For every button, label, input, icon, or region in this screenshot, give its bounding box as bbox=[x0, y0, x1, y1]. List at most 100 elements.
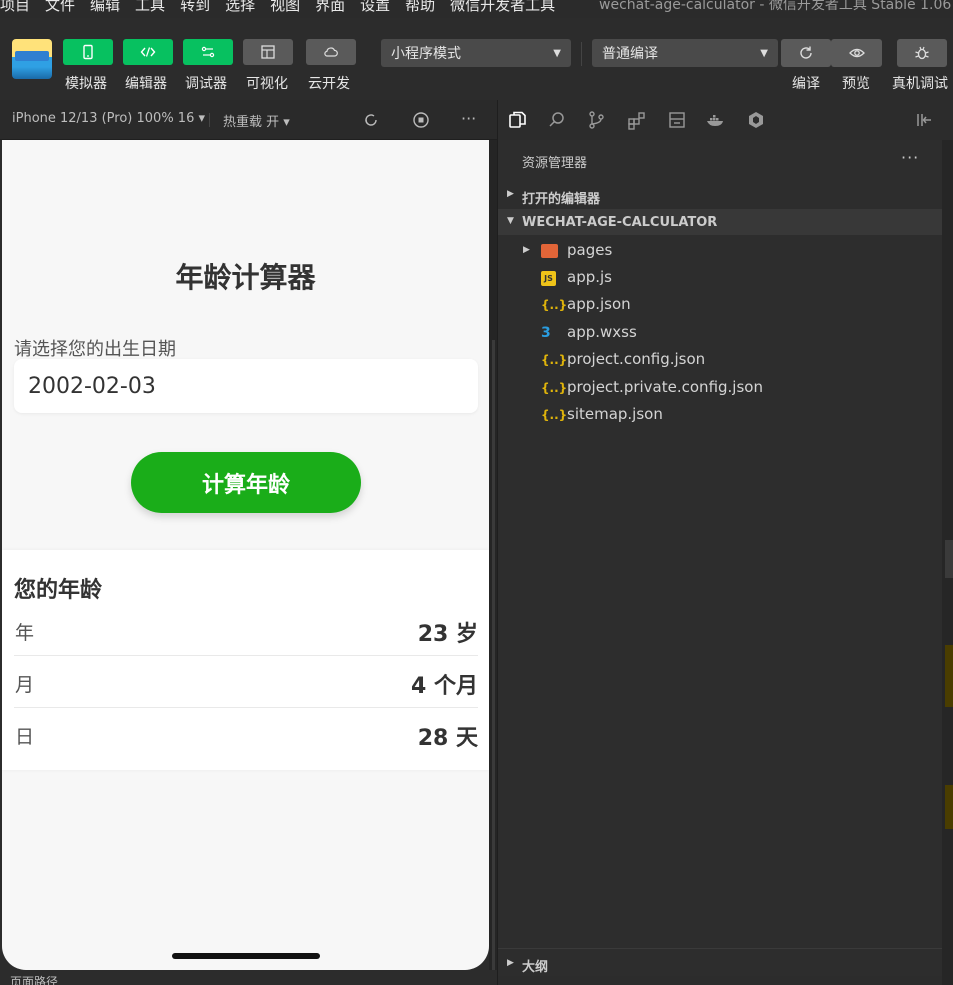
chevron-down-icon: ▼ bbox=[507, 216, 514, 226]
project-avatar[interactable] bbox=[12, 39, 52, 79]
cloud-dev-button[interactable] bbox=[306, 39, 356, 65]
explorer-title: 资源管理器 bbox=[522, 156, 588, 171]
page-title: 年龄计算器 bbox=[175, 261, 316, 294]
file-name: app.wxss bbox=[567, 323, 637, 341]
minimap-block bbox=[945, 540, 953, 578]
rotate-icon[interactable] bbox=[362, 111, 380, 129]
result-row-years: 年 23 岁 bbox=[14, 605, 478, 656]
visual-toggle-button[interactable] bbox=[243, 39, 293, 65]
result-value: 28 天 bbox=[417, 726, 478, 751]
remote-debug-label: 真机调试 bbox=[892, 76, 948, 92]
menu-settings[interactable]: 设置 bbox=[360, 0, 390, 15]
editor-toggle-button[interactable] bbox=[123, 39, 173, 65]
file-name: sitemap.json bbox=[567, 405, 663, 423]
simulator-header-divider bbox=[209, 113, 210, 127]
menu-view[interactable]: 视图 bbox=[270, 0, 300, 15]
mode-select-value: 小程序模式 bbox=[391, 46, 461, 62]
compile-select[interactable]: 普通编译 ▼ bbox=[592, 39, 778, 67]
outline-label: 大纲 bbox=[522, 960, 549, 975]
tree-item-app-json[interactable]: {..} app.json bbox=[498, 291, 942, 318]
avatar-badge bbox=[15, 51, 49, 61]
search-icon[interactable] bbox=[547, 110, 567, 130]
page-path-label[interactable]: 页面路径 bbox=[10, 973, 58, 985]
result-value: 23 岁 bbox=[417, 622, 478, 647]
menu-wechat-devtools[interactable]: 微信开发者工具 bbox=[450, 0, 555, 15]
extensions-icon[interactable] bbox=[627, 110, 647, 130]
minimap-highlight bbox=[945, 645, 953, 707]
menu-select[interactable]: 选择 bbox=[225, 0, 255, 15]
mode-select[interactable]: 小程序模式 ▼ bbox=[381, 39, 571, 67]
result-row-days: 日 28 天 bbox=[14, 709, 478, 760]
remote-debug-button[interactable] bbox=[897, 39, 947, 67]
menu-items: 项目 文件 编辑 工具 转到 选择 视图 界面 设置 帮助 微信开发者工具 bbox=[0, 0, 570, 15]
result-row-months: 月 4 个月 bbox=[14, 657, 478, 708]
simulator-label: 模拟器 bbox=[65, 76, 107, 92]
stop-icon[interactable] bbox=[412, 111, 430, 129]
open-editors-section[interactable]: ▶ 打开的编辑器 bbox=[498, 182, 942, 208]
compile-label: 编译 bbox=[792, 76, 820, 92]
eye-icon bbox=[848, 48, 865, 58]
plugin-icon[interactable] bbox=[746, 110, 766, 130]
preview-button[interactable] bbox=[831, 39, 882, 67]
project-section[interactable]: ▼ WECHAT-AGE-CALCULATOR bbox=[498, 209, 942, 235]
tree-item-project-private-config[interactable]: {..} project.private.config.json bbox=[498, 374, 942, 401]
calculate-age-button[interactable]: 计算年龄 bbox=[131, 452, 361, 513]
result-key: 年 bbox=[15, 622, 35, 644]
storage-icon[interactable] bbox=[667, 110, 687, 130]
menu-project[interactable]: 项目 bbox=[0, 0, 30, 15]
chevron-right-icon: ▶ bbox=[507, 189, 514, 199]
explorer-icon[interactable] bbox=[507, 110, 527, 130]
json-file-icon: {..} bbox=[541, 353, 568, 367]
birth-date-label: 请选择您的出生日期 bbox=[14, 339, 176, 360]
cloud-dev-label: 云开发 bbox=[308, 76, 350, 92]
debug-toggle-icon bbox=[201, 46, 215, 58]
result-key: 月 bbox=[15, 674, 35, 696]
simulator-scrollbar-thumb[interactable] bbox=[492, 340, 495, 980]
tree-item-app-wxss[interactable]: 3 app.wxss bbox=[498, 319, 942, 346]
tree-item-project-config[interactable]: {..} project.config.json bbox=[498, 346, 942, 373]
simulator-header: iPhone 12/13 (Pro) 100% 16 ▾ 热重载 开 ▾ ··· bbox=[0, 100, 497, 140]
tree-item-app-js[interactable]: JS app.js bbox=[498, 264, 942, 291]
menu-edit[interactable]: 编辑 bbox=[90, 0, 120, 15]
preview-label: 预览 bbox=[842, 76, 870, 92]
more-options-icon[interactable]: ··· bbox=[461, 109, 476, 128]
refresh-icon bbox=[800, 46, 812, 59]
bug-icon bbox=[915, 46, 929, 60]
menu-interface[interactable]: 界面 bbox=[315, 0, 345, 15]
compile-select-value: 普通编译 bbox=[602, 46, 658, 62]
outline-section[interactable]: ▶ 大纲 bbox=[498, 948, 942, 976]
tree-item-sitemap[interactable]: {..} sitemap.json bbox=[498, 401, 942, 428]
js-file-icon: JS bbox=[541, 271, 556, 286]
json-file-icon: {..} bbox=[541, 298, 568, 312]
menu-tools[interactable]: 工具 bbox=[135, 0, 165, 15]
birth-date-value: 2002-02-03 bbox=[28, 373, 156, 399]
home-indicator bbox=[172, 953, 320, 959]
simulator-toggle-button[interactable] bbox=[63, 39, 113, 65]
more-actions-icon[interactable]: ··· bbox=[901, 148, 919, 167]
tree-item-pages[interactable]: ▶ pages bbox=[498, 237, 942, 264]
activity-bar bbox=[498, 100, 953, 140]
hot-reload-select[interactable]: 热重载 开 ▾ bbox=[223, 111, 290, 130]
chevron-right-icon: ▶ bbox=[507, 958, 514, 968]
editor-label: 编辑器 bbox=[125, 76, 167, 92]
menu-bar: 项目 文件 编辑 工具 转到 选择 视图 界面 设置 帮助 微信开发者工具 we… bbox=[0, 0, 953, 18]
birth-date-picker[interactable]: 2002-02-03 bbox=[14, 359, 478, 413]
docker-icon[interactable] bbox=[706, 110, 726, 130]
open-editors-label: 打开的编辑器 bbox=[522, 192, 601, 207]
file-name: project.private.config.json bbox=[567, 378, 763, 396]
minimap-highlight bbox=[945, 785, 953, 829]
toolbar: 模拟器 编辑器 调试器 可视化 云开发 小程序模式 ▼ 普通编译 ▼ 编译 预览… bbox=[0, 18, 953, 100]
device-select[interactable]: iPhone 12/13 (Pro) 100% 16 ▾ bbox=[12, 111, 205, 126]
code-icon bbox=[140, 47, 156, 57]
collapse-panel-icon[interactable] bbox=[914, 110, 934, 130]
menu-goto[interactable]: 转到 bbox=[180, 0, 210, 15]
phone-icon bbox=[83, 44, 93, 60]
source-control-icon[interactable] bbox=[587, 110, 607, 130]
menu-help[interactable]: 帮助 bbox=[405, 0, 435, 15]
menu-file[interactable]: 文件 bbox=[45, 0, 75, 15]
file-name: pages bbox=[567, 241, 613, 259]
debugger-toggle-button[interactable] bbox=[183, 39, 233, 65]
compile-button[interactable] bbox=[781, 39, 831, 67]
calculate-age-label: 计算年龄 bbox=[201, 472, 290, 498]
file-name: project.config.json bbox=[567, 350, 706, 368]
